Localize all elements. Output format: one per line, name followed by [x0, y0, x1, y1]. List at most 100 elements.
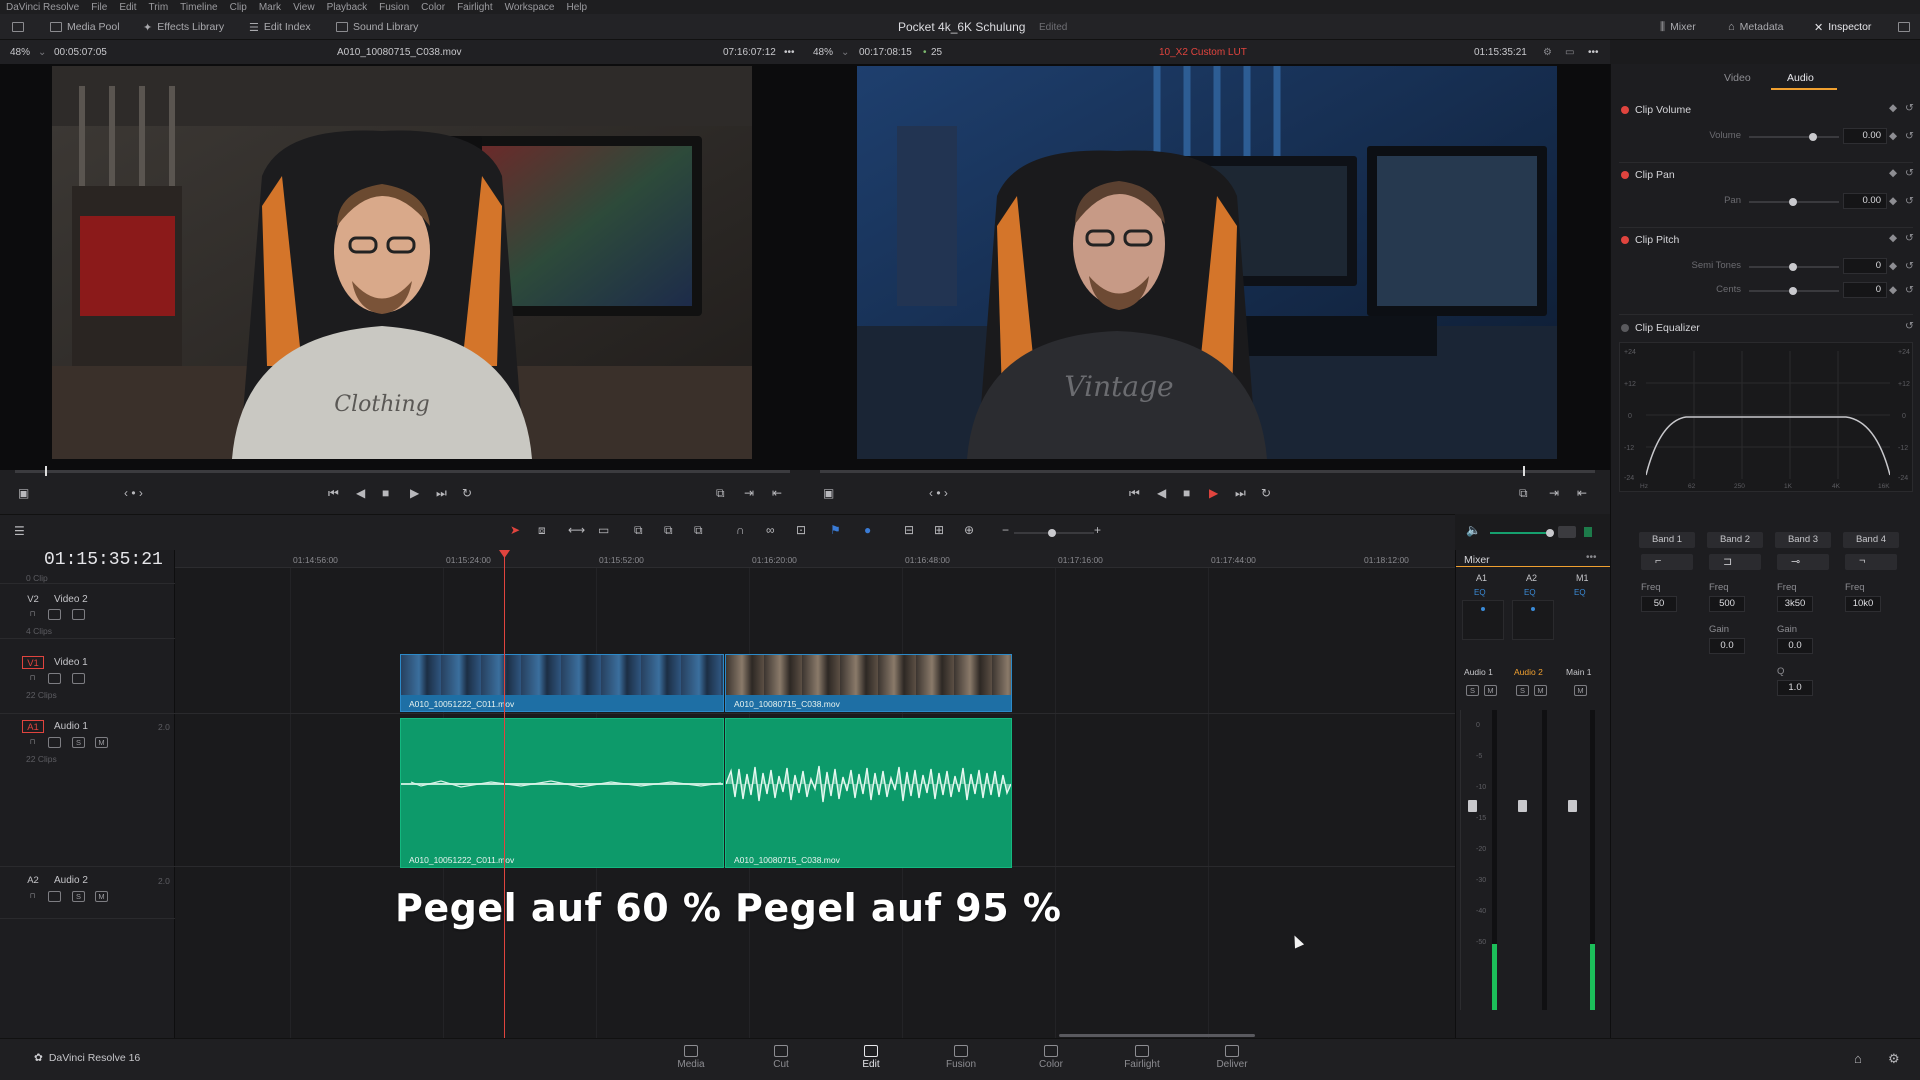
track-visibility-icon[interactable] [72, 673, 85, 684]
menu-color[interactable]: Color [421, 2, 445, 13]
track-name-a2[interactable]: Audio 2 [54, 875, 88, 886]
blade-tool-icon[interactable]: ▭ [598, 523, 609, 537]
keyframe-icon[interactable]: ◆ [1889, 167, 1897, 179]
fullscreen-button[interactable] [1898, 19, 1910, 35]
solo-button[interactable]: S [1516, 685, 1529, 696]
menu-workspace[interactable]: Workspace [505, 2, 555, 13]
keyframe-icon[interactable]: ◆ [1889, 195, 1897, 207]
overwrite-clip-icon[interactable]: ⧉ [664, 523, 673, 538]
timeline-scrub-playhead[interactable] [1523, 466, 1525, 476]
source-zoom[interactable]: 48% [10, 47, 30, 58]
pan-knob[interactable] [1789, 198, 1797, 206]
menu-file[interactable]: File [91, 2, 107, 13]
pan-value[interactable]: 0.00 [1843, 193, 1887, 209]
lock-icon[interactable]: ⊓ [26, 891, 39, 902]
settings-icon[interactable]: ⚙ [1888, 1051, 1900, 1067]
keyframe-icon[interactable]: ◆ [1889, 130, 1897, 142]
reset-icon[interactable]: ↺ [1905, 320, 1914, 332]
menu-mark[interactable]: Mark [259, 2, 281, 13]
semitones-slider[interactable] [1749, 263, 1839, 271]
menu-help[interactable]: Help [566, 2, 587, 13]
timeline-playhead[interactable] [504, 550, 505, 1038]
zoom-slider[interactable] [1014, 529, 1094, 537]
band-2-shape-select[interactable]: ⊐ [1709, 554, 1761, 570]
tab-audio[interactable]: Audio [1787, 72, 1814, 84]
snapping-icon[interactable]: ∩ [736, 523, 745, 537]
page-tab-fairlight[interactable]: Fairlight [1112, 1041, 1172, 1070]
page-tab-fusion[interactable]: Fusion [931, 1041, 991, 1070]
lock-icon[interactable]: ⊓ [26, 609, 39, 620]
source-scrubber[interactable] [15, 470, 790, 473]
solo-button[interactable]: S [72, 891, 85, 902]
go-to-start-icon[interactable]: ⏮ [1129, 486, 1140, 501]
zoom-in-icon[interactable]: + [1094, 523, 1101, 537]
pan-control-a1[interactable] [1462, 600, 1504, 640]
cents-slider[interactable] [1749, 287, 1839, 295]
keyframe-icon[interactable]: ◆ [1889, 260, 1897, 272]
reset-icon[interactable]: ↺ [1905, 232, 1914, 244]
enable-toggle[interactable] [1621, 171, 1629, 179]
more-options-icon[interactable]: ••• [1586, 552, 1597, 563]
reset-icon[interactable]: ↺ [1905, 260, 1914, 272]
page-tab-deliver[interactable]: Deliver [1202, 1041, 1262, 1070]
menu-timeline[interactable]: Timeline [180, 2, 217, 13]
band-3-gain[interactable]: 0.0 [1777, 638, 1813, 654]
band-4-shape-select[interactable]: ¬ [1845, 554, 1897, 570]
dim-button[interactable] [1558, 526, 1576, 538]
mute-button[interactable]: M [1484, 685, 1497, 696]
mixer-toggle-button[interactable]: ⫼ Mixer [1660, 19, 1696, 35]
timeline-options-icon[interactable]: ☰ [14, 524, 25, 538]
insert-clip-icon[interactable]: ⧉ [634, 523, 643, 538]
reset-icon[interactable]: ↺ [1905, 284, 1914, 296]
monitor-volume-slider[interactable] [1490, 529, 1554, 537]
mark-out-icon[interactable]: ⇤ [1577, 486, 1587, 500]
band-3-q[interactable]: 1.0 [1777, 680, 1813, 696]
viewer-mode-icon[interactable]: ▣ [18, 486, 29, 500]
timeline-area[interactable]: 01:14:56:00 01:15:24:00 01:15:52:00 01:1… [175, 550, 1455, 1038]
lock-icon[interactable]: ⊓ [26, 737, 39, 748]
fader-knob-main1[interactable] [1568, 800, 1577, 812]
page-tab-cut[interactable]: Cut [751, 1041, 811, 1070]
eq-graph[interactable]: +24 +12 0 -12 -24 +24 +12 0 -12 -24 Hz 6… [1619, 342, 1913, 492]
timeline-zoom[interactable]: 48% [813, 47, 833, 58]
metadata-toggle-button[interactable]: ⌂ Metadata [1728, 19, 1783, 35]
jog-control[interactable]: ‹ • › [124, 486, 143, 500]
zoom-out-icon[interactable]: − [1002, 523, 1009, 537]
go-to-end-icon[interactable]: ⏭ [1235, 486, 1246, 501]
reset-icon[interactable]: ↺ [1905, 102, 1914, 114]
eq-indicator-a1[interactable]: EQ [1474, 588, 1486, 597]
trim-tool-icon[interactable]: ⧈ [538, 523, 546, 538]
go-to-start-icon[interactable]: ⏮ [328, 486, 339, 501]
fader-knob-audio1[interactable] [1468, 800, 1477, 812]
pan-control-a2[interactable] [1512, 600, 1554, 640]
menu-davinci[interactable]: DaVinci Resolve [6, 2, 79, 13]
auto-select-icon[interactable] [48, 891, 61, 902]
volume-knob[interactable] [1809, 133, 1817, 141]
track-id-a1[interactable]: A1 [22, 720, 44, 733]
band-3-button[interactable]: Band 3 [1775, 532, 1831, 548]
mark-in-icon[interactable]: ⇥ [1549, 486, 1559, 500]
enable-toggle[interactable] [1621, 324, 1629, 332]
dynamic-trim-icon[interactable]: ⟷ [568, 523, 585, 537]
settings-icon[interactable]: ⚙ [1543, 47, 1552, 58]
track-id-v2[interactable]: V2 [22, 593, 44, 606]
volume-slider-knob[interactable] [1546, 529, 1554, 537]
speaker-icon[interactable]: 🔈 [1466, 523, 1481, 537]
menu-fairlight[interactable]: Fairlight [457, 2, 493, 13]
track-name-v1[interactable]: Video 1 [54, 657, 88, 668]
custom-zoom-icon[interactable]: ⊕ [964, 523, 974, 537]
fader-knob-audio2[interactable] [1518, 800, 1527, 812]
more-options-icon[interactable]: ••• [784, 47, 795, 58]
track-id-a2[interactable]: A2 [22, 874, 44, 887]
menu-clip[interactable]: Clip [230, 2, 247, 13]
full-extent-zoom-icon[interactable]: ⊟ [904, 523, 914, 537]
timeline-viewer[interactable]: Vintage [805, 64, 1610, 470]
page-tab-edit[interactable]: Edit [841, 1041, 901, 1070]
mute-button[interactable]: M [1574, 685, 1587, 696]
auto-select-icon[interactable] [48, 737, 61, 748]
media-pool-button[interactable]: Media Pool [50, 19, 120, 35]
match-frame-icon[interactable]: ⧉ [1519, 486, 1528, 501]
band-2-button[interactable]: Band 2 [1707, 532, 1763, 548]
go-to-end-icon[interactable]: ⏭ [436, 486, 447, 501]
chevron-down-icon[interactable]: ⌄ [38, 47, 46, 58]
